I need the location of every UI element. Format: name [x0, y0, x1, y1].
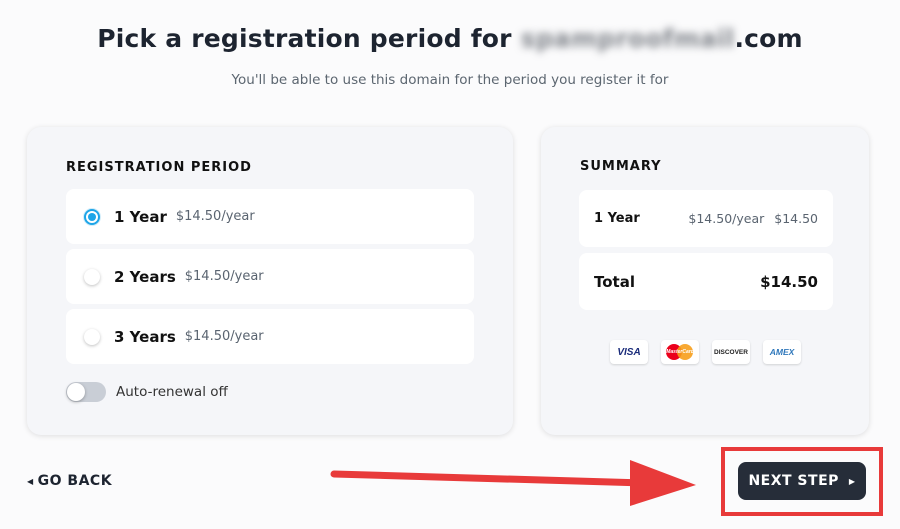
period-option-2-years[interactable]: 2 Years $14.50/year: [66, 249, 474, 304]
mastercard-icon: MasterCard: [661, 340, 699, 364]
caret-right-icon: ▶: [848, 476, 856, 486]
blurred-domain-name: spamproofmail: [520, 24, 735, 53]
go-back-link[interactable]: ◀ GO BACK: [27, 473, 112, 489]
summary-item-name: 1 Year: [594, 211, 640, 226]
radio-unselected-icon[interactable]: [84, 268, 100, 285]
summary-total: Total $14.50: [579, 253, 833, 310]
title-prefix: Pick a registration period for: [97, 24, 521, 53]
period-option-3-years[interactable]: 3 Years $14.50/year: [66, 309, 474, 364]
page-subtitle: You'll be able to use this domain for th…: [231, 72, 669, 88]
go-back-label: GO BACK: [37, 473, 113, 489]
summary-total-amount: $14.50: [760, 272, 818, 291]
period-option-1-year[interactable]: 1 Year $14.50/year: [66, 189, 474, 244]
auto-renewal-toggle[interactable]: [66, 382, 106, 402]
payment-methods: VISA MasterCard DISCOVER AMEX: [610, 340, 801, 364]
period-option-label: 2 Years: [114, 267, 176, 286]
summary-heading: SUMMARY: [580, 159, 662, 174]
summary-line-item: 1 Year $14.50/year $14.50: [579, 190, 833, 247]
caret-left-icon: ◀: [27, 476, 34, 486]
summary-card: SUMMARY 1 Year $14.50/year $14.50 Total …: [541, 127, 869, 435]
period-option-price: $14.50/year: [184, 269, 264, 284]
page-title: Pick a registration period for spamproof…: [0, 24, 900, 53]
radio-selected-icon[interactable]: [84, 208, 100, 225]
summary-total-label: Total: [594, 272, 635, 291]
annotation-arrow-icon: [330, 460, 696, 506]
summary-item-rate: $14.50/year: [688, 211, 765, 226]
registration-period-heading: REGISTRATION PERIOD: [66, 160, 252, 175]
visa-icon: VISA: [610, 340, 648, 364]
period-option-price: $14.50/year: [184, 329, 264, 344]
period-option-label: 1 Year: [114, 207, 167, 226]
period-option-price: $14.50/year: [175, 209, 255, 224]
period-option-label: 3 Years: [114, 327, 176, 346]
summary-item-amount: $14.50: [774, 211, 818, 226]
amex-icon: AMEX: [763, 340, 801, 364]
radio-unselected-icon[interactable]: [84, 328, 100, 345]
title-suffix: .com: [734, 24, 803, 53]
auto-renewal-label: Auto-renewal off: [116, 384, 228, 400]
next-step-label: NEXT STEP: [748, 473, 839, 489]
registration-period-card: REGISTRATION PERIOD 1 Year $14.50/year 2…: [27, 127, 513, 435]
auto-renewal-row: Auto-renewal off: [66, 382, 228, 402]
mastercard-text: MasterCard: [666, 349, 694, 355]
discover-icon: DISCOVER: [712, 340, 750, 364]
next-step-button[interactable]: NEXT STEP ▶: [738, 462, 866, 500]
